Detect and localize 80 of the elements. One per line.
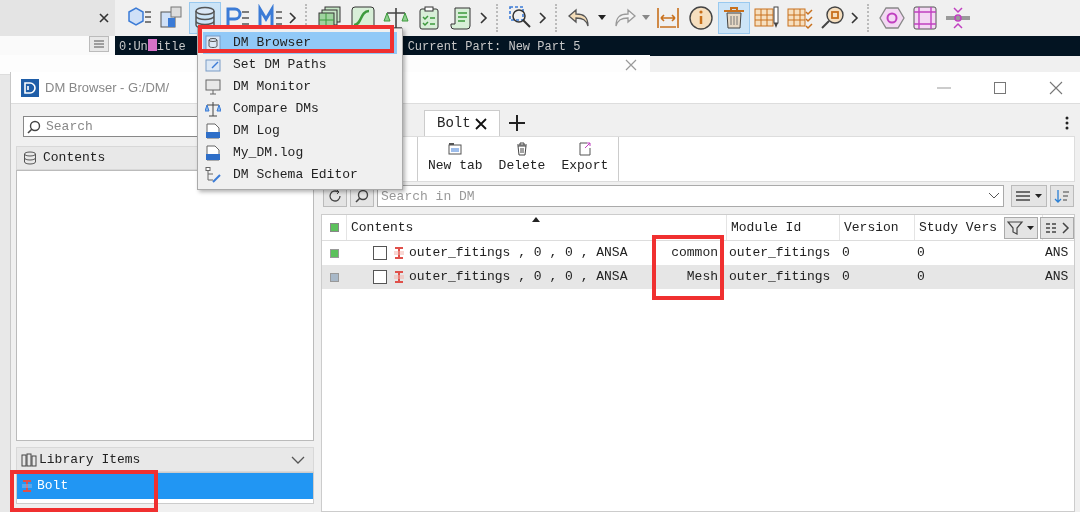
table-row[interactable]: outer_fitings , 0 , 0 , ANSA Mesh outer_fitings 0 0 ANS bbox=[322, 265, 1074, 289]
checkbox[interactable] bbox=[373, 246, 387, 260]
database-icon bbox=[23, 151, 37, 165]
column-header[interactable]: Study Vers bbox=[919, 217, 997, 238]
console-text: itle bbox=[156, 39, 186, 56]
more-icon[interactable] bbox=[1065, 116, 1069, 130]
toolbar-action-button[interactable]: New tab bbox=[424, 142, 487, 176]
trash-icon bbox=[515, 142, 529, 157]
refresh-icon bbox=[328, 189, 342, 203]
checkbox[interactable] bbox=[373, 270, 387, 284]
sort-arrow-icon bbox=[532, 217, 540, 222]
close-icon[interactable] bbox=[474, 117, 487, 130]
caret-icon[interactable] bbox=[597, 14, 607, 22]
sort-icon bbox=[1054, 189, 1070, 203]
table-cell-text: ANS bbox=[1044, 244, 1069, 263]
table-cell-text: outer_fitings bbox=[728, 268, 832, 287]
info-icon bbox=[687, 4, 715, 32]
grid-square-icon bbox=[911, 4, 939, 32]
list-caret-icon bbox=[1014, 189, 1044, 203]
schema-pencil-icon bbox=[205, 167, 221, 183]
section-header[interactable]: Library Items bbox=[16, 447, 314, 472]
tab-label: Bolt bbox=[437, 114, 471, 133]
window-title: DM Browser - G:/DM/ bbox=[45, 78, 170, 97]
status-square bbox=[329, 223, 339, 232]
balance-icon bbox=[205, 101, 221, 117]
close-icon[interactable] bbox=[97, 11, 111, 25]
columns-icon bbox=[1044, 221, 1070, 235]
search-icon bbox=[355, 189, 369, 203]
hexagon-icon bbox=[878, 4, 906, 32]
table-cell-text: 0 bbox=[841, 244, 851, 263]
books-icon bbox=[21, 452, 37, 467]
table-cell-text: 0 bbox=[916, 244, 926, 263]
column-header[interactable]: Version bbox=[844, 217, 899, 238]
filter-button[interactable] bbox=[1004, 217, 1038, 239]
table-cell-text: outer_fitings bbox=[728, 244, 832, 263]
sort-button[interactable] bbox=[1050, 185, 1074, 207]
chevron-icon[interactable] bbox=[479, 11, 489, 25]
bolt-icon bbox=[21, 479, 33, 493]
search-field[interactable]: Search in DM bbox=[377, 185, 1004, 207]
log-file-icon bbox=[205, 123, 221, 139]
highlight-box bbox=[652, 235, 724, 300]
console-text: 0:Un bbox=[119, 39, 148, 56]
menu-item[interactable]: DM Monitor bbox=[203, 76, 397, 98]
folder-pencil-icon bbox=[205, 57, 221, 73]
table-cell-text: 0 bbox=[841, 268, 851, 287]
console-text: Current Part: New Part 5 bbox=[407, 39, 581, 56]
table-cell-text: outer_fitings , 0 , 0 , ANSA bbox=[409, 268, 628, 287]
table-cell-text: common bbox=[671, 244, 718, 263]
monitor-icon bbox=[205, 79, 221, 95]
search-icon bbox=[27, 120, 41, 134]
export-icon bbox=[577, 142, 592, 157]
view-menu-button[interactable] bbox=[1011, 185, 1047, 207]
app-logo-icon bbox=[21, 78, 39, 97]
section-title: Library Items bbox=[39, 450, 141, 469]
bolt-icon bbox=[393, 246, 405, 260]
library-item-label: Bolt bbox=[37, 477, 69, 496]
toolbar-action-button[interactable]: Export bbox=[557, 142, 613, 176]
plus-icon[interactable] bbox=[507, 114, 526, 132]
table-cell-text: 0 bbox=[916, 268, 926, 287]
log-file-icon bbox=[205, 145, 221, 161]
column-header[interactable]: Module Id bbox=[731, 217, 802, 238]
columns-button[interactable] bbox=[1040, 217, 1074, 239]
menu-item[interactable]: Set DM Paths bbox=[203, 54, 397, 76]
chevron-down-icon[interactable] bbox=[988, 192, 1000, 200]
chevron-down-icon bbox=[291, 454, 305, 465]
marker-block bbox=[147, 39, 157, 51]
new-tab-icon bbox=[448, 142, 463, 157]
table-cell-text: ANS bbox=[1044, 268, 1069, 287]
table-cell-text: Mesh bbox=[686, 268, 718, 287]
bolt-icon bbox=[393, 270, 405, 284]
column-header[interactable]: Contents bbox=[351, 217, 414, 238]
filter-caret-icon bbox=[1007, 221, 1035, 235]
chevron-icon[interactable] bbox=[538, 11, 548, 25]
tab[interactable]: Bolt bbox=[424, 110, 500, 136]
database-icon bbox=[205, 35, 221, 51]
chevron-icon[interactable] bbox=[850, 11, 860, 25]
chevron-icon[interactable] bbox=[288, 11, 298, 25]
table-cell-text: outer_fitings , 0 , 0 , ANSA bbox=[409, 244, 628, 263]
toolbar-action-button[interactable]: Delete bbox=[494, 142, 550, 176]
section-title: Contents bbox=[43, 149, 106, 168]
